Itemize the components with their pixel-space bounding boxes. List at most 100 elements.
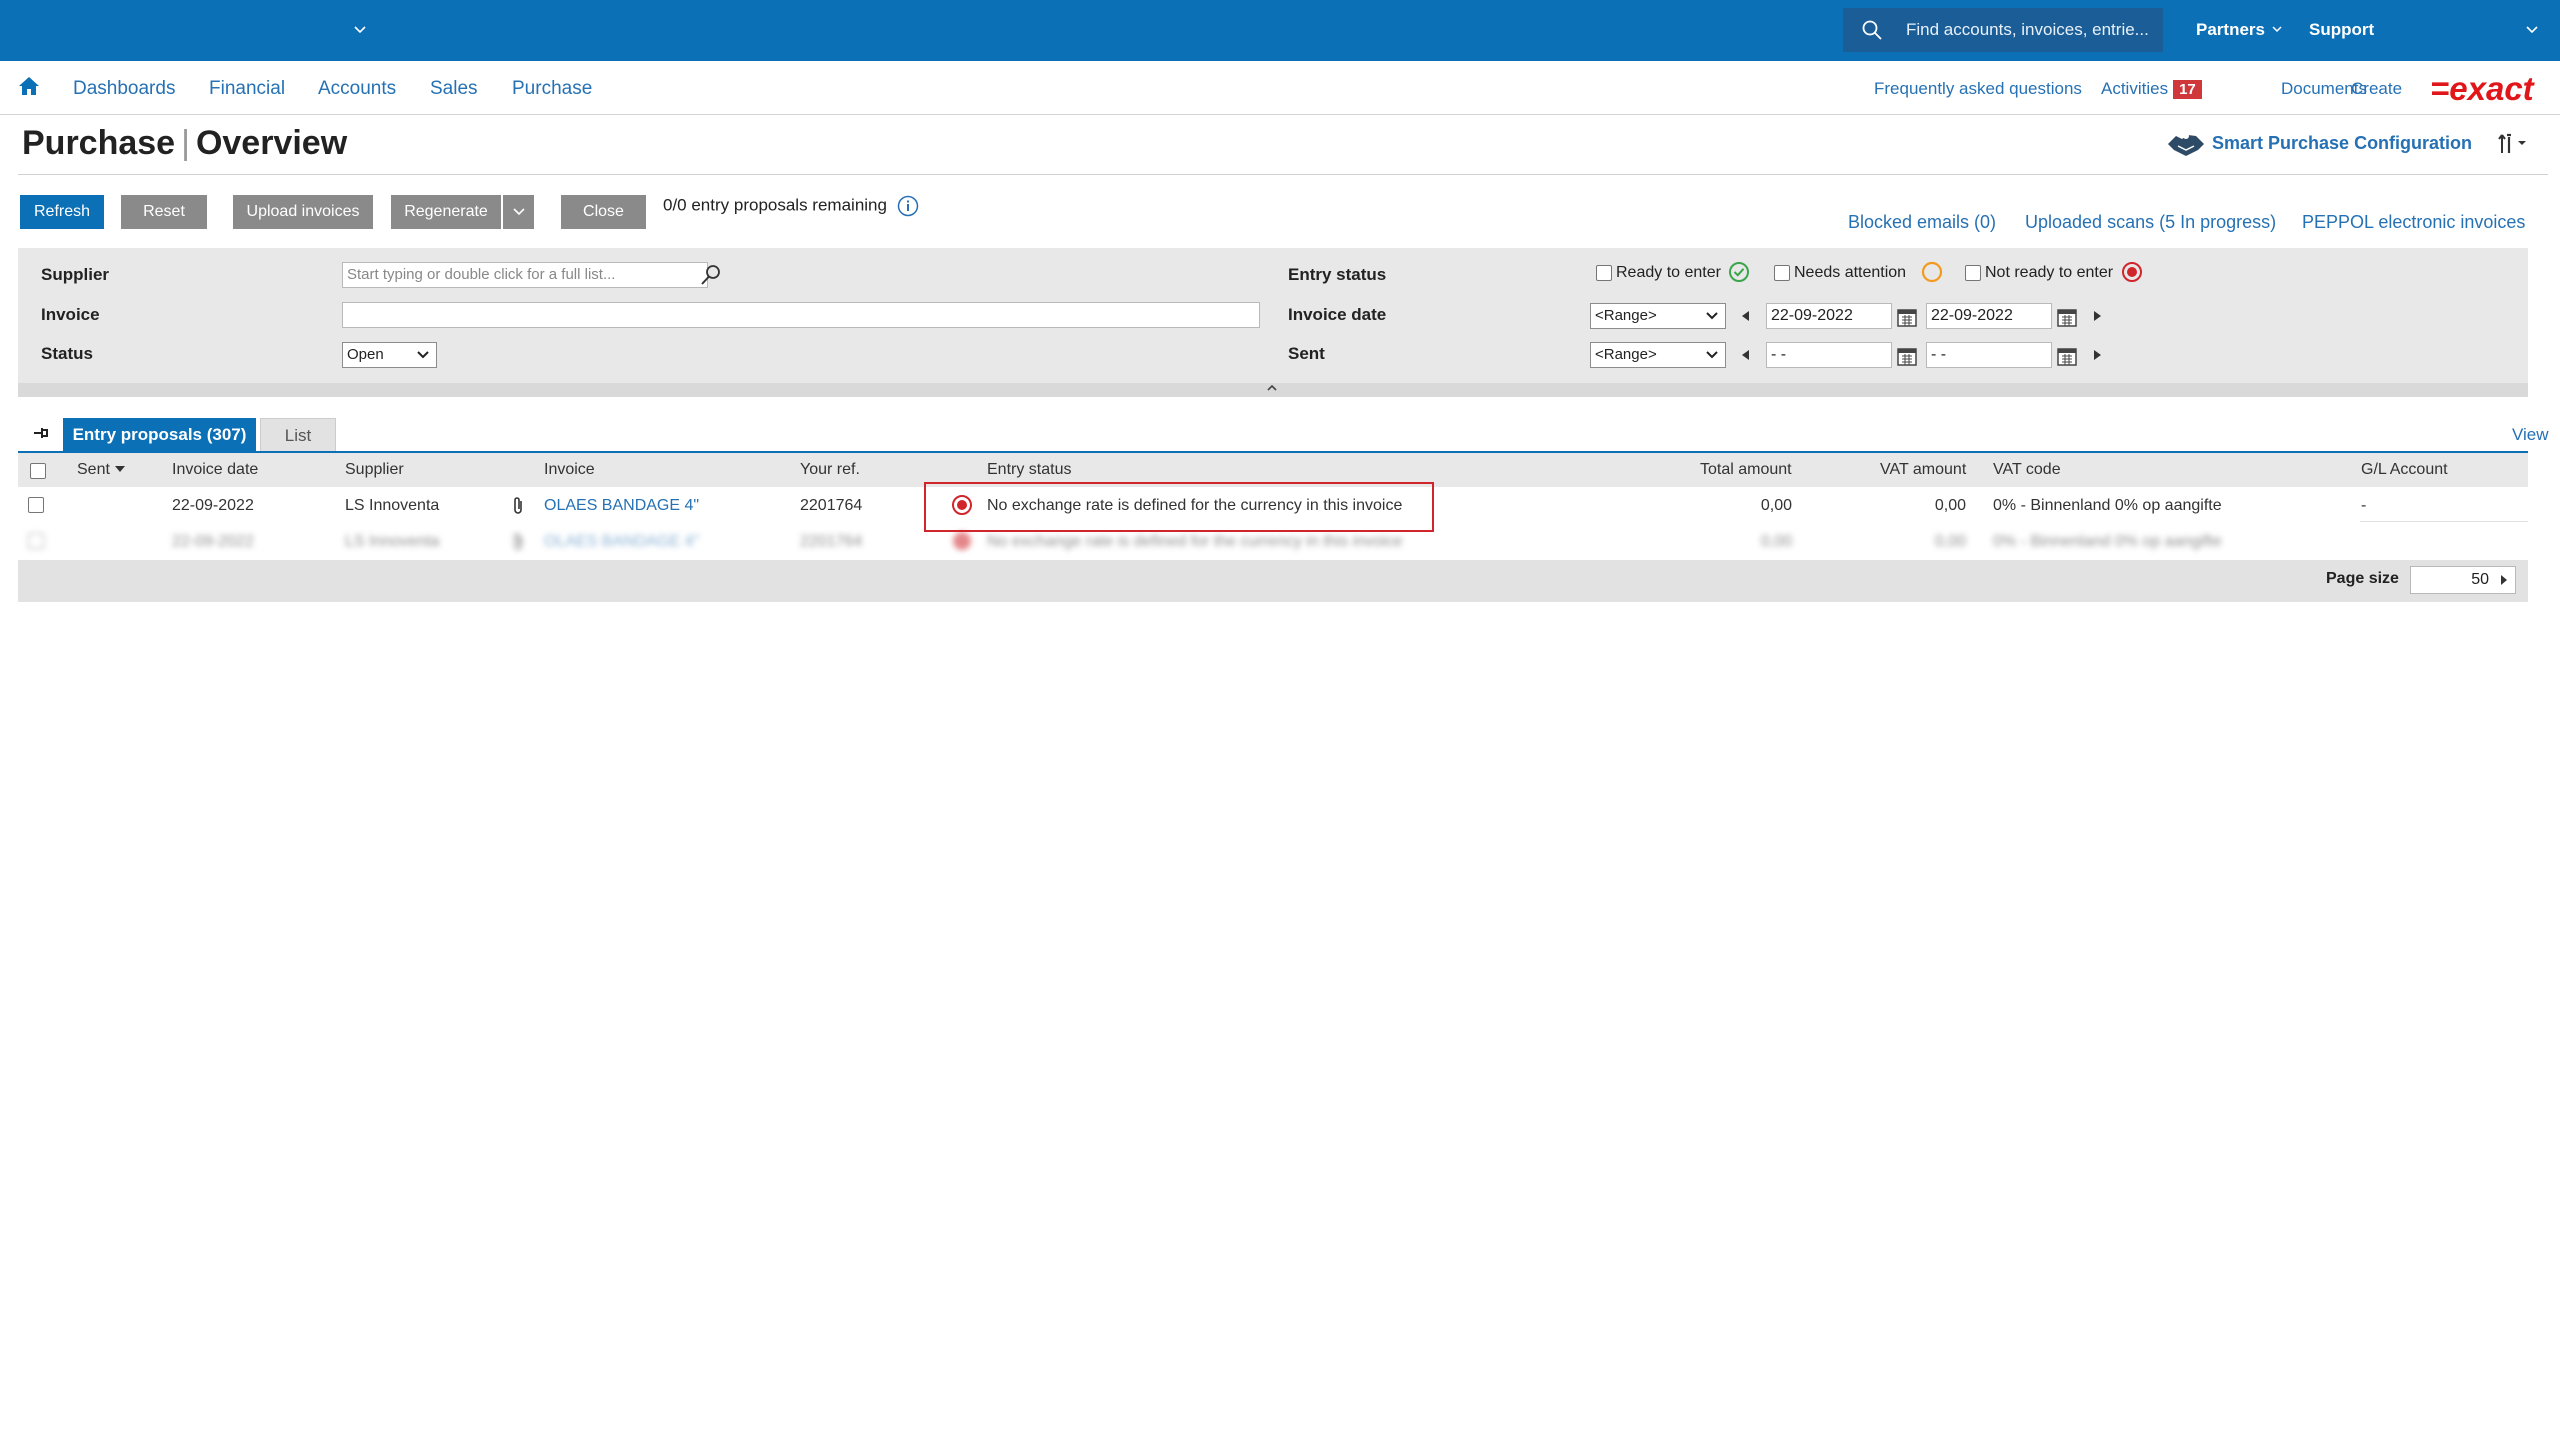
row-invoice-link[interactable]: OLAES BANDAGE 4" — [544, 533, 699, 551]
activities-label: Activities — [2101, 79, 2169, 98]
tab-entry-proposals[interactable]: Entry proposals (307) — [63, 418, 256, 452]
invoice-date-to-input[interactable]: 22-09-2022 — [1926, 303, 2052, 329]
not-ready-to-enter-checkbox[interactable] — [1965, 265, 1981, 281]
attachment-icon[interactable] — [511, 532, 525, 552]
refresh-button[interactable]: Refresh — [20, 195, 104, 229]
sent-previous-arrow[interactable] — [1742, 350, 1749, 360]
create-link[interactable]: Create — [2351, 79, 2402, 99]
tab-list[interactable]: List — [260, 418, 336, 452]
chevron-down-icon — [2272, 26, 2282, 33]
title-divider — [18, 174, 2548, 175]
uploaded-scans-link[interactable]: Uploaded scans (5 In progress) — [2025, 212, 2276, 233]
activities-link[interactable]: Activities 17 — [2101, 79, 2202, 99]
row-your-ref: 2201764 — [800, 533, 863, 550]
page-size-arrow[interactable] — [2501, 575, 2507, 585]
row-checkbox[interactable] — [28, 497, 44, 513]
needs-attention-label: Needs attention — [1794, 264, 1907, 281]
chevron-up-icon[interactable] — [1264, 382, 1280, 394]
top-bar: Find accounts, invoices, entrie... Partn… — [0, 0, 2560, 61]
invoice-filter-input[interactable] — [342, 302, 1260, 328]
column-vat-code[interactable]: VAT code — [1993, 461, 2061, 479]
row-your-ref: 2201764 — [800, 497, 863, 514]
column-your-ref[interactable]: Your ref. — [800, 461, 860, 479]
main-navigation: Dashboards Financial Accounts Sales Purc… — [0, 61, 2560, 115]
invoice-date-filter-label: Invoice date — [1288, 305, 1387, 324]
partners-menu[interactable]: Partners — [2196, 20, 2284, 40]
support-menu[interactable]: Support — [2309, 20, 2374, 40]
status-filter-label: Status — [41, 344, 93, 363]
nav-financial[interactable]: Financial — [209, 78, 285, 100]
column-vat-amount[interactable]: VAT amount — [1880, 461, 1966, 479]
calendar-icon[interactable] — [1896, 306, 1918, 328]
column-gl-account[interactable]: G/L Account — [2361, 461, 2448, 479]
page-size-input[interactable]: 50 — [2410, 566, 2516, 594]
error-circle-icon — [2122, 262, 2142, 282]
ready-to-enter-checkbox[interactable] — [1596, 265, 1612, 281]
check-circle-icon — [1729, 262, 1749, 282]
row-supplier: LS Innoventa — [345, 497, 440, 514]
page-title-module: Purchase — [22, 124, 176, 162]
column-supplier[interactable]: Supplier — [345, 461, 404, 479]
column-total-amount[interactable]: Total amount — [1700, 461, 1792, 479]
row-entry-status: No exchange rate is defined for the curr… — [987, 533, 1403, 550]
reset-button[interactable]: Reset — [121, 195, 207, 229]
upload-invoices-button[interactable]: Upload invoices — [233, 195, 373, 229]
row-vat-amount: 0,00 — [1934, 533, 1966, 550]
global-search[interactable]: Find accounts, invoices, entrie... — [1843, 8, 2163, 52]
user-menu-chevron-down-icon[interactable] — [2524, 22, 2540, 38]
column-invoice-date[interactable]: Invoice date — [172, 461, 258, 479]
sent-mode-value: <Range> — [1595, 346, 1657, 363]
row-vat-code: 0% - Binnenland 0% op aangifte — [1993, 533, 2222, 550]
smart-purchase-configuration-link[interactable]: Smart Purchase Configuration — [2166, 130, 2472, 158]
view-link[interactable]: View — [2512, 425, 2549, 445]
entry-status-filter-label: Entry status — [1288, 265, 1387, 284]
invoice-filter-label: Invoice — [41, 305, 100, 324]
invoice-date-previous-arrow[interactable] — [1742, 311, 1749, 321]
chevron-down-icon — [513, 208, 525, 216]
sent-to-input[interactable]: - - — [1926, 342, 2052, 368]
calendar-icon[interactable] — [1896, 345, 1918, 367]
nav-purchase[interactable]: Purchase — [512, 78, 592, 100]
search-icon — [1862, 20, 1882, 40]
regenerate-dropdown-button[interactable] — [502, 195, 534, 229]
row-vat-code: 0% - Binnenland 0% op aangifte — [1993, 497, 2222, 514]
column-sent[interactable]: Sent — [77, 461, 126, 479]
column-invoice[interactable]: Invoice — [544, 461, 595, 479]
nav-dashboards[interactable]: Dashboards — [73, 78, 175, 100]
regenerate-button[interactable]: Regenerate — [391, 195, 501, 229]
page-title: Purchase | Overview — [22, 124, 348, 162]
search-placeholder: Find accounts, invoices, entrie... — [1906, 20, 2149, 39]
column-entry-status[interactable]: Entry status — [987, 461, 1071, 479]
select-all-checkbox[interactable] — [30, 463, 46, 479]
invoice-date-from-input[interactable]: 22-09-2022 — [1766, 303, 1892, 329]
row-checkbox[interactable] — [28, 533, 44, 549]
status-filter-select[interactable]: Open — [342, 342, 437, 368]
close-button[interactable]: Close — [561, 195, 646, 229]
invoice-date-next-arrow[interactable] — [2094, 311, 2101, 321]
lookup-search-icon[interactable] — [699, 263, 723, 287]
filter-panel: Supplier Start typing or double click fo… — [18, 248, 2528, 383]
peppol-link[interactable]: PEPPOL electronic invoices — [2302, 212, 2525, 233]
pin-icon[interactable] — [32, 425, 50, 441]
nav-sales[interactable]: Sales — [430, 78, 478, 100]
calendar-icon[interactable] — [2056, 345, 2078, 367]
info-icon[interactable] — [897, 195, 919, 217]
row-total-amount: 0,00 — [1760, 497, 1792, 514]
nav-accounts[interactable]: Accounts — [318, 78, 396, 100]
sent-next-arrow[interactable] — [2094, 350, 2101, 360]
row-invoice-link[interactable]: OLAES BANDAGE 4" — [544, 497, 699, 515]
chevron-down-icon — [1706, 351, 1718, 359]
chevron-down-icon — [417, 351, 429, 359]
home-icon[interactable] — [18, 75, 40, 97]
sent-mode-select[interactable]: <Range> — [1590, 342, 1726, 368]
needs-attention-checkbox[interactable] — [1774, 265, 1790, 281]
faq-link[interactable]: Frequently asked questions — [1874, 79, 2082, 99]
company-chevron-down-icon[interactable] — [352, 20, 368, 40]
supplier-filter-input[interactable]: Start typing or double click for a full … — [342, 262, 708, 288]
tools-menu-icon[interactable] — [2496, 133, 2530, 155]
sent-from-input[interactable]: - - — [1766, 342, 1892, 368]
attachment-icon[interactable] — [511, 496, 525, 516]
invoice-date-mode-select[interactable]: <Range> — [1590, 303, 1726, 329]
calendar-icon[interactable] — [2056, 306, 2078, 328]
blocked-emails-link[interactable]: Blocked emails (0) — [1848, 212, 1996, 233]
